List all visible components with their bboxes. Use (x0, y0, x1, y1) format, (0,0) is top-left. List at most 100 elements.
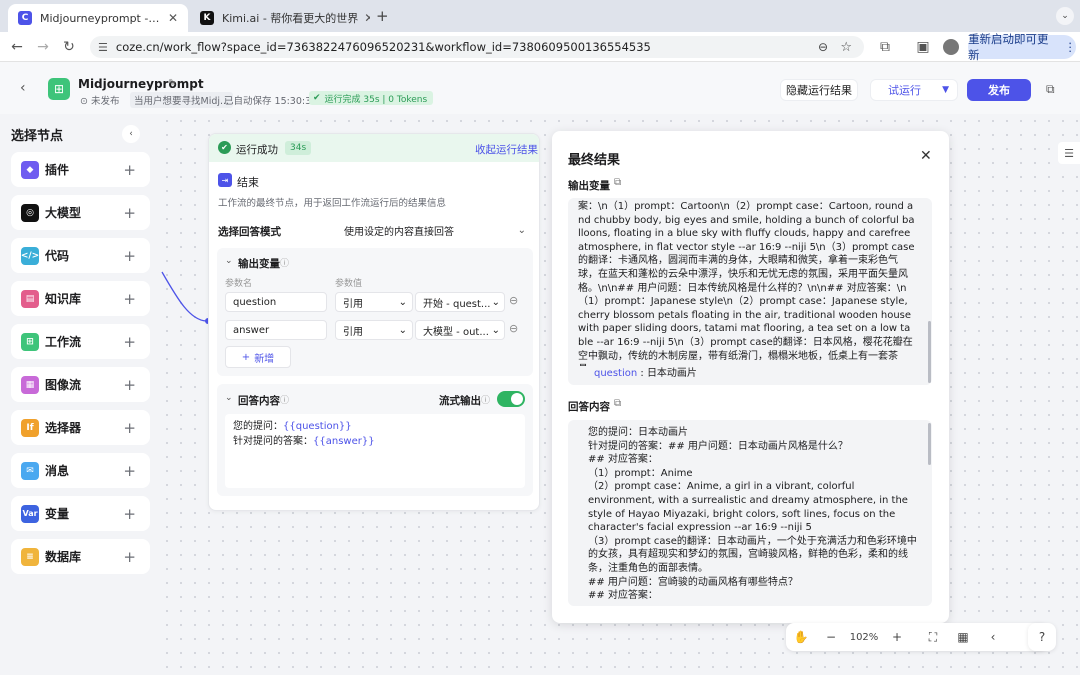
sidebar-item-llm[interactable]: ◎ 大模型 + (11, 195, 150, 230)
sidebar-item-label: 选择器 (45, 421, 82, 435)
sidebar-item-knowledge[interactable]: ▤ 知识库 + (11, 281, 150, 316)
sidebar-item-label: 插件 (45, 163, 70, 177)
workflow-description: 当用户想要寻找Midj... (130, 92, 234, 108)
add-icon[interactable]: + (123, 419, 136, 437)
hide-results-button[interactable]: 隐藏运行结果 (780, 79, 858, 101)
help-icon[interactable]: ? (1028, 623, 1056, 651)
zoom-icon[interactable]: ⊖ (818, 40, 828, 54)
forward-icon[interactable]: → (34, 38, 52, 56)
end-node-card[interactable]: ✔ 运行成功 34s 收起运行结果 ⇥ 结束 工作流的最终节点，用于返回工作流运… (208, 133, 540, 511)
close-icon[interactable]: ✕ (162, 11, 178, 25)
chevron-down-icon: ⌄ (517, 224, 526, 236)
site-info-icon[interactable]: ☰ (98, 41, 108, 54)
restart-update-button[interactable]: 重新启动即可更新 ⋮ (968, 32, 1076, 62)
back-chevron-icon[interactable]: ‹ (20, 80, 26, 96)
remove-icon[interactable]: ⊖ (509, 294, 518, 307)
url-text: coze.cn/work_flow?space_id=7363822476096… (115, 40, 651, 54)
info-icon[interactable]: ⓘ (280, 393, 289, 406)
collapse-sidebar-icon[interactable]: ‹ (122, 125, 140, 143)
back-icon[interactable]: ← (8, 38, 26, 56)
publish-button[interactable]: 发布 (967, 79, 1031, 101)
var-ref-select[interactable]: 大模型 - out... ⌄ (415, 320, 505, 340)
browser-tab-coze[interactable]: C Midjourneyprompt - 工作流 - ✕ (8, 4, 188, 32)
check-icon: ✔ (313, 93, 321, 103)
sidebar-item-label: 代码 (45, 249, 70, 263)
add-icon[interactable]: + (123, 161, 136, 179)
collapse-chevron-icon[interactable]: ⌄ (225, 393, 233, 403)
add-icon[interactable]: + (123, 376, 136, 394)
sidepanel-icon[interactable]: ▣ (914, 38, 932, 56)
url-field[interactable]: ☰ coze.cn/work_flow?space_id=73638224760… (90, 36, 864, 58)
chevron-down-icon: ⌄ (398, 324, 407, 336)
add-icon[interactable]: + (123, 247, 136, 265)
add-icon[interactable]: + (123, 505, 136, 523)
add-icon[interactable]: + (123, 204, 136, 222)
restart-label: 重新启动即可更新 (968, 32, 1049, 62)
chevron-down-icon: ⌄ (491, 296, 500, 308)
fit-view-icon[interactable]: ⛶ (918, 630, 948, 645)
minimap-icon[interactable]: ▦ (948, 630, 978, 644)
zoom-in-icon[interactable]: + (882, 630, 912, 644)
extensions-icon[interactable]: ⧉ (876, 38, 894, 56)
add-icon[interactable]: + (123, 462, 136, 480)
reload-icon[interactable]: ↻ (60, 38, 78, 56)
sidebar-item-database[interactable]: ≡ 数据库 + (11, 539, 150, 574)
reply-textbox[interactable]: 您的提问：日本动画片 针对提问的答案：## 用户问题：日本动画片风格是什么？ #… (568, 420, 932, 606)
zoom-level[interactable]: 102% (846, 632, 882, 643)
sidebar-item-label: 图像流 (45, 378, 82, 392)
collapse-chevron-icon[interactable]: ⌄ (225, 256, 233, 266)
reply-mode-select[interactable]: 使用设定的内容直接回答 ⌄ (336, 218, 532, 242)
sidebar-item-workflow[interactable]: ⊞ 工作流 + (11, 324, 150, 359)
copy-icon[interactable]: ⧉ (614, 177, 621, 188)
sidebar-item-selector[interactable]: If 选择器 + (11, 410, 150, 445)
var-ref-select[interactable]: 开始 - quest... ⌄ (415, 292, 505, 312)
var-name-input[interactable]: question (225, 292, 327, 312)
sidebar-item-label: 知识库 (45, 292, 82, 306)
close-icon[interactable]: ✕ (920, 148, 932, 164)
stream-output-label: 流式输出 (439, 395, 481, 407)
zoom-out-icon[interactable]: − (816, 630, 846, 644)
profile-avatar[interactable] (943, 39, 959, 55)
final-result-panel: 最终结果 ✕ 输出变量 ⧉ 案：\n（1）prompt：Cartoon\n（2）… (552, 131, 949, 623)
tab-search-icon[interactable]: ⌄ (1056, 7, 1074, 25)
var-type-select[interactable]: 引用 ⌄ (335, 292, 413, 312)
sidebar-item-plugin[interactable]: ◆ 插件 + (11, 152, 150, 187)
reply-template-editor[interactable]: 您的提问：{{question}} 针对提问的答案：{{answer}} (225, 414, 525, 488)
test-run-button[interactable]: 试运行 ▼ (870, 79, 958, 101)
success-check-icon: ✔ (218, 141, 231, 154)
info-icon[interactable]: ⓘ (481, 393, 490, 406)
info-icon[interactable]: ⓘ (280, 256, 289, 269)
close-icon[interactable]: ✕ (358, 11, 370, 25)
template-variable: {{question}} (283, 421, 352, 432)
add-icon[interactable]: + (123, 548, 136, 566)
add-icon[interactable]: + (123, 333, 136, 351)
sidebar-item-code[interactable]: </> 代码 + (11, 238, 150, 273)
scrollbar[interactable] (928, 321, 931, 383)
var-name-input[interactable]: answer (225, 320, 327, 340)
auto-layout-icon[interactable]: ‹ (978, 630, 1008, 644)
browser-tab-kimi[interactable]: K Kimi.ai - 帮你看更大的世界 ✕ (190, 4, 370, 32)
sidebar-item-variable[interactable]: Var 变量 + (11, 496, 150, 531)
output-vars-label: 输出变量 (238, 258, 280, 270)
bookmark-star-icon[interactable]: ☆ (840, 40, 852, 55)
stream-output-toggle[interactable] (497, 391, 525, 407)
sidebar-item-message[interactable]: ✉ 消息 + (11, 453, 150, 488)
copy-icon[interactable]: ⧉ (614, 398, 621, 409)
scrollbar[interactable] (928, 423, 931, 465)
copy-icon[interactable]: ⧉ (1046, 82, 1055, 97)
reply-line: （3）prompt case的翻译：日本动画片，一个处于充满活力和色彩环境中的女… (588, 535, 917, 574)
add-icon[interactable]: + (123, 290, 136, 308)
new-tab-icon[interactable]: + (376, 7, 389, 25)
var-type-select[interactable]: 引用 ⌄ (335, 320, 413, 340)
sidebar-item-imageflow[interactable]: ▦ 图像流 + (11, 367, 150, 402)
edit-icon[interactable]: ✎ (168, 78, 176, 89)
sidebar-title: 选择节点 (11, 129, 64, 144)
hand-tool-icon[interactable]: ✋ (786, 630, 816, 644)
workflow-logo-icon: ⊞ (48, 78, 70, 100)
right-panel-toggle-icon[interactable]: ☰ (1058, 142, 1080, 164)
remove-icon[interactable]: ⊖ (509, 322, 518, 335)
collapse-results-link[interactable]: 收起运行结果 (475, 142, 538, 157)
add-var-button[interactable]: + 新增 (225, 346, 291, 368)
output-var-textbox[interactable]: 案：\n（1）prompt：Cartoon\n（2）prompt case：Ca… (568, 198, 932, 385)
caret-down-icon[interactable]: ▼ (942, 85, 949, 95)
